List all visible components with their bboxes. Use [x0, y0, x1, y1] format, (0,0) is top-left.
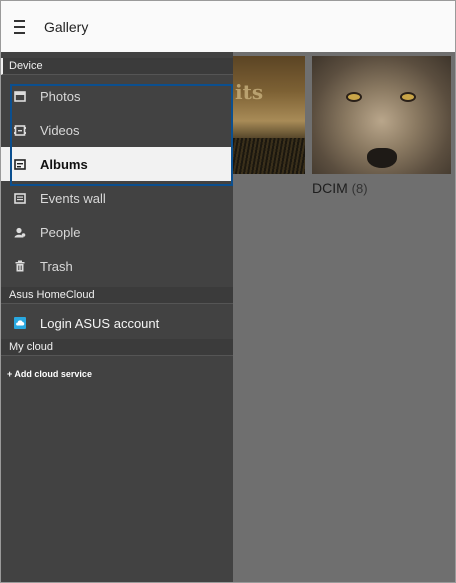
- album-label[interactable]: DCIM (8): [312, 180, 368, 196]
- album-count: (8): [351, 181, 368, 196]
- app-title: Gallery: [44, 18, 89, 35]
- login-asus-account-button[interactable]: Login ASUS account: [1, 306, 233, 340]
- section-header-mycloud: My cloud: [1, 339, 233, 356]
- album-name: DCIM: [312, 180, 348, 196]
- albums-icon: [14, 158, 26, 170]
- nav-item-label: Albums: [40, 156, 88, 172]
- thumbnail-grass: [233, 138, 305, 174]
- nav-item-albums[interactable]: Albums: [1, 147, 233, 181]
- nav-item-photos[interactable]: Photos: [1, 79, 233, 113]
- events-wall-icon: [14, 192, 26, 204]
- nav-item-label: Login ASUS account: [40, 315, 160, 331]
- section-header-homecloud: Asus HomeCloud: [1, 287, 233, 304]
- nav-item-people[interactable]: People: [1, 215, 233, 249]
- nav-item-label: Photos: [40, 88, 81, 104]
- thumbnail-text: its: [235, 80, 264, 104]
- videos-icon: [14, 124, 26, 136]
- nav-item-label: Videos: [40, 122, 80, 138]
- nav-item-label: Trash: [40, 258, 73, 274]
- add-cloud-service-button[interactable]: + Add cloud service: [1, 363, 233, 385]
- nav-item-trash[interactable]: Trash: [1, 249, 233, 283]
- people-icon: [14, 226, 26, 238]
- hamburger-menu-icon[interactable]: [14, 19, 26, 34]
- albums-grid: its DCIM (8): [233, 52, 455, 582]
- wolf-nose: [367, 148, 397, 168]
- wolf-eye: [348, 94, 360, 100]
- section-header-device: Device: [1, 58, 233, 75]
- nav-item-label: People: [40, 224, 81, 240]
- navigation-drawer: Device Photos Videos Albums Events wall …: [1, 52, 233, 582]
- add-cloud-service-label: + Add cloud service: [7, 369, 92, 379]
- app-bar: Gallery: [1, 1, 455, 52]
- cloud-icon: [14, 317, 26, 329]
- nav-item-videos[interactable]: Videos: [1, 113, 233, 147]
- nav-item-events-wall[interactable]: Events wall: [1, 181, 233, 215]
- wolf-eye: [402, 94, 414, 100]
- photos-icon: [14, 90, 26, 102]
- nav-item-label: Events wall: [40, 190, 106, 206]
- trash-icon: [14, 260, 26, 272]
- album-thumbnail-dcim[interactable]: [312, 56, 451, 174]
- album-thumbnail[interactable]: its: [233, 56, 305, 174]
